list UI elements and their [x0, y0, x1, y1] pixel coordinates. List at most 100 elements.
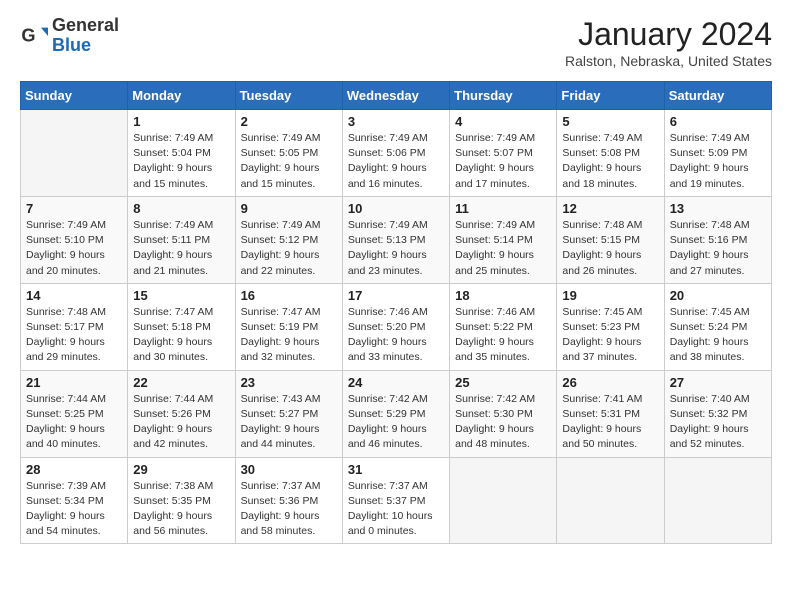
calendar-cell: 9Sunrise: 7:49 AM Sunset: 5:12 PM Daylig… [235, 196, 342, 283]
day-detail: Sunrise: 7:49 AM Sunset: 5:06 PM Dayligh… [348, 131, 444, 192]
day-number: 23 [241, 375, 337, 390]
day-detail: Sunrise: 7:49 AM Sunset: 5:10 PM Dayligh… [26, 218, 122, 279]
day-detail: Sunrise: 7:43 AM Sunset: 5:27 PM Dayligh… [241, 392, 337, 453]
calendar-cell: 5 Sunrise: 7:49 AM Sunset: 5:08 PM Daylig… [557, 110, 664, 197]
logo: G General Blue [20, 16, 119, 56]
day-detail: Sunrise: 7:46 AM Sunset: 5:22 PM Dayligh… [455, 305, 551, 366]
day-number: 4 [455, 114, 551, 129]
calendar-cell: 1Sunrise: 7:49 AM Sunset: 5:04 PM Daylig… [128, 110, 235, 197]
calendar-cell: 29Sunrise: 7:38 AM Sunset: 5:35 PM Dayli… [128, 457, 235, 544]
calendar-cell: 30 Sunrise: 7:37 AM Sunset: 5:36 PM Dayli… [235, 457, 342, 544]
calendar-cell: 19 Sunrise: 7:45 AM Sunset: 5:23 PM Dayli… [557, 283, 664, 370]
day-number: 3 [348, 114, 444, 129]
day-number: 8 [133, 201, 229, 216]
calendar-cell [557, 457, 664, 544]
calendar-cell: 31 Sunrise: 7:37 AM Sunset: 5:37 PM Dayli… [342, 457, 449, 544]
day-number: 30 [241, 462, 337, 477]
calendar-cell [664, 457, 771, 544]
calendar-cell: 16Sunrise: 7:47 AM Sunset: 5:19 PM Dayli… [235, 283, 342, 370]
calendar-cell: 8 Sunrise: 7:49 AM Sunset: 5:11 PM Daylig… [128, 196, 235, 283]
calendar-cell: 22 Sunrise: 7:44 AM Sunset: 5:26 PM Dayli… [128, 370, 235, 457]
day-detail: Sunrise: 7:49 AM Sunset: 5:08 PM Dayligh… [562, 131, 658, 192]
day-number: 18 [455, 288, 551, 303]
day-detail: Sunrise: 7:48 AM Sunset: 5:17 PM Dayligh… [26, 305, 122, 366]
calendar-cell: 21 Sunrise: 7:44 AM Sunset: 5:25 PM Dayli… [21, 370, 128, 457]
day-detail: Sunrise: 7:40 AM Sunset: 5:32 PM Dayligh… [670, 392, 766, 453]
calendar-cell: 3 Sunrise: 7:49 AM Sunset: 5:06 PM Daylig… [342, 110, 449, 197]
day-number: 12 [562, 201, 658, 216]
calendar-cell: 14 Sunrise: 7:48 AM Sunset: 5:17 PM Dayli… [21, 283, 128, 370]
day-detail: Sunrise: 7:37 AM Sunset: 5:36 PM Dayligh… [241, 479, 337, 540]
day-number: 9 [241, 201, 337, 216]
calendar-cell: 23 Sunrise: 7:43 AM Sunset: 5:27 PM Dayli… [235, 370, 342, 457]
calendar-cell: 2 Sunrise: 7:49 AM Sunset: 5:05 PM Daylig… [235, 110, 342, 197]
calendar-table: SundayMondayTuesdayWednesdayThursdayFrid… [20, 81, 772, 544]
day-detail: Sunrise: 7:41 AM Sunset: 5:31 PM Dayligh… [562, 392, 658, 453]
day-detail: Sunrise: 7:49 AM Sunset: 5:05 PM Dayligh… [241, 131, 337, 192]
day-number: 22 [133, 375, 229, 390]
week-row-1: 1Sunrise: 7:49 AM Sunset: 5:04 PM Daylig… [21, 110, 772, 197]
day-detail: Sunrise: 7:44 AM Sunset: 5:26 PM Dayligh… [133, 392, 229, 453]
calendar-cell: 11 Sunrise: 7:49 AM Sunset: 5:14 PM Dayli… [450, 196, 557, 283]
header: G General Blue January 2024 Ralston, Neb… [20, 16, 772, 69]
logo-line1: General [52, 16, 119, 36]
day-number: 25 [455, 375, 551, 390]
day-number: 28 [26, 462, 122, 477]
calendar-cell: 12 Sunrise: 7:48 AM Sunset: 5:15 PM Dayli… [557, 196, 664, 283]
day-number: 13 [670, 201, 766, 216]
day-number: 2 [241, 114, 337, 129]
weekday-header-friday: Friday [557, 82, 664, 110]
calendar-cell: 17Sunrise: 7:46 AM Sunset: 5:20 PM Dayli… [342, 283, 449, 370]
day-number: 26 [562, 375, 658, 390]
weekday-header-wednesday: Wednesday [342, 82, 449, 110]
logo-line2: Blue [52, 36, 119, 56]
day-number: 20 [670, 288, 766, 303]
day-detail: Sunrise: 7:49 AM Sunset: 5:14 PM Dayligh… [455, 218, 551, 279]
svg-text:G: G [21, 25, 35, 45]
day-number: 14 [26, 288, 122, 303]
day-number: 19 [562, 288, 658, 303]
day-number: 7 [26, 201, 122, 216]
day-number: 31 [348, 462, 444, 477]
weekday-header-monday: Monday [128, 82, 235, 110]
calendar-cell: 4Sunrise: 7:49 AM Sunset: 5:07 PM Daylig… [450, 110, 557, 197]
day-number: 17 [348, 288, 444, 303]
day-number: 15 [133, 288, 229, 303]
calendar-cell: 7 Sunrise: 7:49 AM Sunset: 5:10 PM Daylig… [21, 196, 128, 283]
day-detail: Sunrise: 7:47 AM Sunset: 5:19 PM Dayligh… [241, 305, 337, 366]
day-detail: Sunrise: 7:45 AM Sunset: 5:24 PM Dayligh… [670, 305, 766, 366]
day-detail: Sunrise: 7:47 AM Sunset: 5:18 PM Dayligh… [133, 305, 229, 366]
logo-icon: G [20, 22, 48, 50]
day-number: 6 [670, 114, 766, 129]
day-detail: Sunrise: 7:42 AM Sunset: 5:30 PM Dayligh… [455, 392, 551, 453]
day-number: 24 [348, 375, 444, 390]
calendar-cell: 10Sunrise: 7:49 AM Sunset: 5:13 PM Dayli… [342, 196, 449, 283]
weekday-header-tuesday: Tuesday [235, 82, 342, 110]
weekday-header-row: SundayMondayTuesdayWednesdayThursdayFrid… [21, 82, 772, 110]
day-number: 21 [26, 375, 122, 390]
day-detail: Sunrise: 7:49 AM Sunset: 5:11 PM Dayligh… [133, 218, 229, 279]
calendar-cell: 13Sunrise: 7:48 AM Sunset: 5:16 PM Dayli… [664, 196, 771, 283]
calendar-cell [450, 457, 557, 544]
day-detail: Sunrise: 7:44 AM Sunset: 5:25 PM Dayligh… [26, 392, 122, 453]
location: Ralston, Nebraska, United States [565, 53, 772, 69]
day-number: 5 [562, 114, 658, 129]
calendar-cell: 25 Sunrise: 7:42 AM Sunset: 5:30 PM Dayli… [450, 370, 557, 457]
calendar-cell [21, 110, 128, 197]
day-detail: Sunrise: 7:48 AM Sunset: 5:15 PM Dayligh… [562, 218, 658, 279]
week-row-2: 7 Sunrise: 7:49 AM Sunset: 5:10 PM Daylig… [21, 196, 772, 283]
day-detail: Sunrise: 7:37 AM Sunset: 5:37 PM Dayligh… [348, 479, 444, 540]
day-detail: Sunrise: 7:38 AM Sunset: 5:35 PM Dayligh… [133, 479, 229, 540]
calendar-cell: 28Sunrise: 7:39 AM Sunset: 5:34 PM Dayli… [21, 457, 128, 544]
week-row-5: 28Sunrise: 7:39 AM Sunset: 5:34 PM Dayli… [21, 457, 772, 544]
calendar-cell: 24Sunrise: 7:42 AM Sunset: 5:29 PM Dayli… [342, 370, 449, 457]
day-number: 11 [455, 201, 551, 216]
week-row-3: 14 Sunrise: 7:48 AM Sunset: 5:17 PM Dayli… [21, 283, 772, 370]
day-number: 1 [133, 114, 229, 129]
day-detail: Sunrise: 7:49 AM Sunset: 5:09 PM Dayligh… [670, 131, 766, 192]
calendar-cell: 15 Sunrise: 7:47 AM Sunset: 5:18 PM Dayli… [128, 283, 235, 370]
calendar-cell: 20 Sunrise: 7:45 AM Sunset: 5:24 PM Dayli… [664, 283, 771, 370]
day-detail: Sunrise: 7:45 AM Sunset: 5:23 PM Dayligh… [562, 305, 658, 366]
weekday-header-thursday: Thursday [450, 82, 557, 110]
day-number: 10 [348, 201, 444, 216]
